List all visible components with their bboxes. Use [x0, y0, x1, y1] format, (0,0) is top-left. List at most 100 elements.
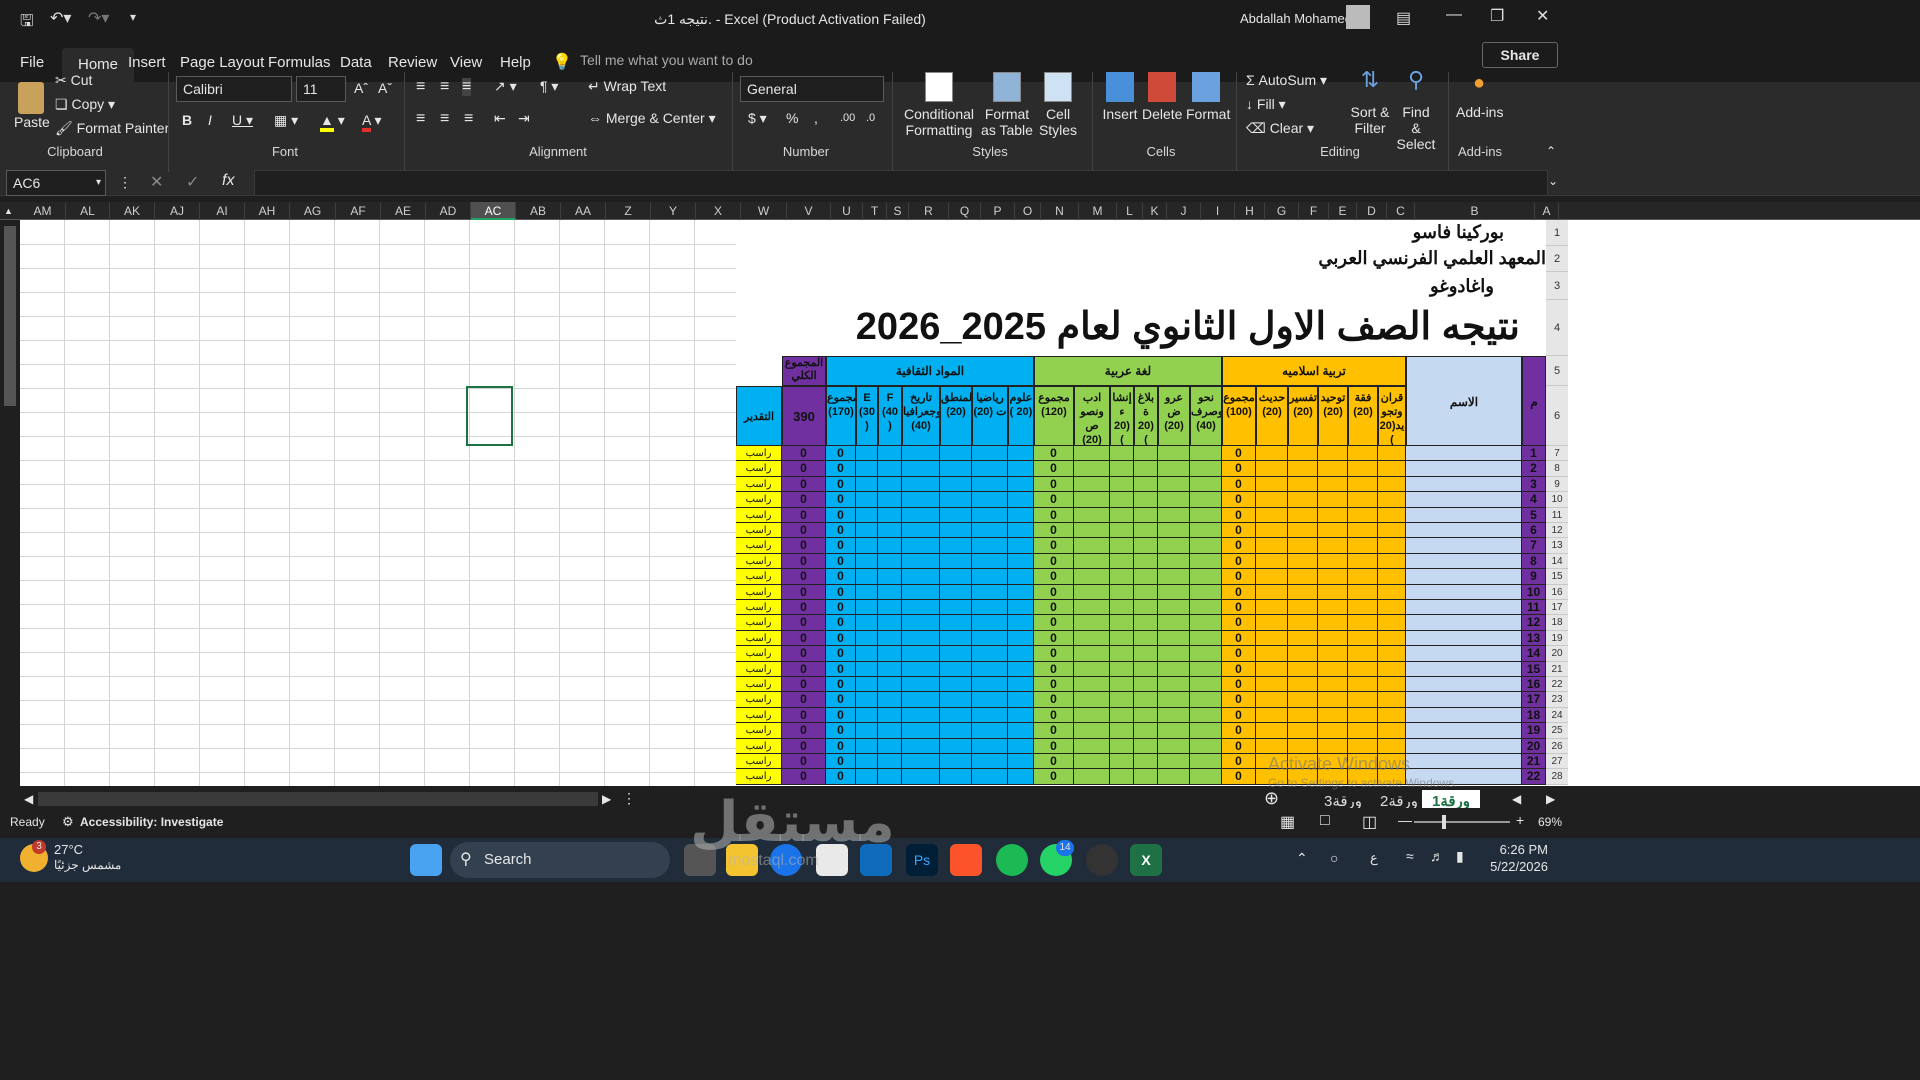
table-cell[interactable]: راسب [736, 523, 782, 539]
table-cell[interactable] [902, 553, 940, 570]
table-cell[interactable]: 0 [826, 677, 856, 693]
table-cell[interactable] [878, 661, 902, 677]
table-cell[interactable] [1158, 661, 1190, 677]
table-cell[interactable] [1348, 600, 1378, 616]
table-cell[interactable] [856, 630, 878, 647]
table-cell[interactable]: 0 [1034, 677, 1074, 693]
table-cell[interactable]: 0 [1222, 476, 1256, 493]
table-cell[interactable] [1190, 476, 1222, 493]
table-cell[interactable]: 16 [1522, 677, 1546, 693]
table-cell[interactable] [878, 723, 902, 739]
table-cell[interactable] [1378, 723, 1406, 739]
column-header[interactable]: N [1041, 202, 1079, 220]
tab-view[interactable]: View [442, 50, 490, 76]
row-header[interactable]: 23 [1546, 692, 1568, 708]
table-cell[interactable] [1074, 677, 1110, 693]
table-cell[interactable]: 0 [1222, 446, 1256, 462]
table-cell[interactable] [1378, 600, 1406, 616]
table-cell[interactable] [1190, 492, 1222, 508]
table-cell[interactable] [972, 600, 1008, 616]
table-cell[interactable] [1110, 738, 1134, 754]
table-cell[interactable] [1348, 584, 1378, 600]
row-header[interactable]: 14 [1546, 553, 1568, 570]
table-cell[interactable] [1190, 553, 1222, 570]
table-cell[interactable]: راسب [736, 492, 782, 508]
table-cell[interactable] [878, 507, 902, 523]
table-cell[interactable] [878, 461, 902, 477]
table-cell[interactable]: 0 [1034, 630, 1074, 647]
table-cell[interactable]: 0 [1222, 523, 1256, 539]
table-cell[interactable] [940, 569, 972, 585]
row-header[interactable]: 26 [1546, 738, 1568, 754]
ribbon-display-icon[interactable]: ▤ [1396, 8, 1411, 28]
column-header[interactable]: M [1079, 202, 1117, 220]
table-cell[interactable] [1110, 538, 1134, 554]
table-cell[interactable] [1288, 707, 1318, 724]
table-cell[interactable] [902, 476, 940, 493]
table-cell[interactable]: 0 [1034, 507, 1074, 523]
undo-icon[interactable]: ↶▾ [50, 8, 71, 28]
align-right-icon[interactable]: ≡ [464, 110, 473, 128]
table-cell[interactable] [1406, 646, 1522, 662]
table-cell[interactable] [1378, 661, 1406, 677]
table-cell[interactable] [1008, 769, 1034, 785]
table-cell[interactable] [1348, 615, 1378, 631]
table-cell[interactable]: 0 [826, 507, 856, 523]
table-cell[interactable] [902, 600, 940, 616]
table-cell[interactable]: 0 [782, 723, 826, 739]
tab-data[interactable]: Data [332, 50, 380, 76]
tab-page-layout[interactable]: Page Layout [172, 50, 272, 76]
table-cell[interactable]: 0 [782, 523, 826, 539]
table-cell[interactable] [940, 461, 972, 477]
more-icon[interactable]: ⋮ [118, 174, 132, 191]
customize-qat-icon[interactable]: ▾ [130, 10, 136, 24]
table-cell[interactable] [1074, 630, 1110, 647]
table-cell[interactable] [940, 661, 972, 677]
table-cell[interactable] [1256, 677, 1288, 693]
column-header[interactable]: Y [651, 202, 696, 220]
table-cell[interactable] [1318, 630, 1348, 647]
table-cell[interactable]: 0 [826, 446, 856, 462]
row-header[interactable]: 17 [1546, 600, 1568, 616]
redo-icon[interactable]: ↷▾ [88, 8, 109, 28]
table-cell[interactable] [1378, 584, 1406, 600]
table-cell[interactable] [1190, 677, 1222, 693]
table-cell[interactable] [1074, 446, 1110, 462]
table-cell[interactable]: 0 [1222, 600, 1256, 616]
table-cell[interactable] [1406, 507, 1522, 523]
table-cell[interactable]: 0 [826, 754, 856, 770]
table-cell[interactable] [902, 584, 940, 600]
table-cell[interactable] [1008, 646, 1034, 662]
table-cell[interactable] [1256, 461, 1288, 477]
column-header[interactable]: AE [381, 202, 426, 220]
row-header[interactable]: 6 [1546, 386, 1568, 446]
table-cell[interactable] [1190, 707, 1222, 724]
table-cell[interactable] [1074, 723, 1110, 739]
table-cell[interactable]: 0 [1222, 769, 1256, 785]
zoom-level[interactable]: 69% [1538, 815, 1562, 829]
tab-file[interactable]: File [12, 50, 52, 76]
conditional-formatting-button[interactable]: Conditional Formatting [902, 72, 976, 138]
row-header[interactable]: 27 [1546, 754, 1568, 770]
table-cell[interactable] [972, 723, 1008, 739]
table-cell[interactable] [1406, 553, 1522, 570]
column-header[interactable]: AM [20, 202, 66, 220]
table-cell[interactable] [1288, 646, 1318, 662]
table-cell[interactable]: 0 [1034, 446, 1074, 462]
table-cell[interactable] [1008, 507, 1034, 523]
table-cell[interactable] [1074, 492, 1110, 508]
column-header[interactable]: R [909, 202, 949, 220]
row-header[interactable]: 24 [1546, 707, 1568, 724]
column-header[interactable]: D [1357, 202, 1387, 220]
column-header[interactable]: B [1415, 202, 1535, 220]
table-cell[interactable] [1134, 569, 1158, 585]
table-cell[interactable] [1256, 600, 1288, 616]
table-cell[interactable]: 0 [826, 492, 856, 508]
table-cell[interactable] [1318, 615, 1348, 631]
table-cell[interactable] [972, 738, 1008, 754]
close-icon[interactable]: ✕ [1536, 6, 1549, 26]
table-cell[interactable]: 0 [782, 615, 826, 631]
table-cell[interactable] [902, 646, 940, 662]
format-cells-button[interactable]: Format [1186, 72, 1230, 122]
table-cell[interactable] [972, 523, 1008, 539]
